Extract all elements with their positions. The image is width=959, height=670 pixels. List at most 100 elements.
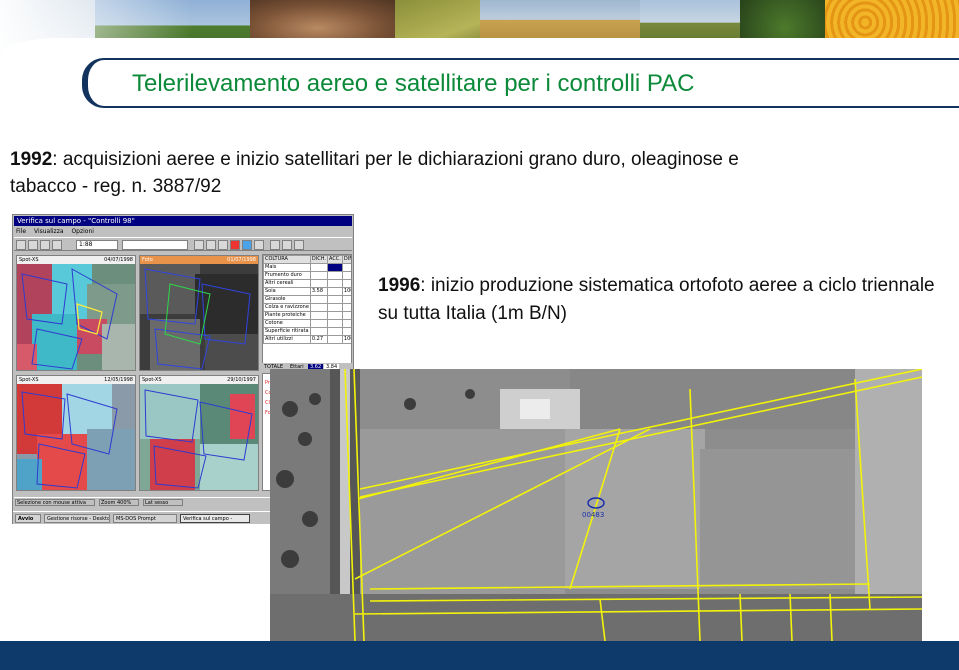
cell: Frumento duro bbox=[263, 271, 311, 280]
table-row[interactable]: Piante proteiche bbox=[263, 311, 351, 320]
cell: Altri cereali bbox=[263, 279, 311, 288]
pane-1-date: 04/07/1998 bbox=[104, 257, 133, 263]
cell bbox=[341, 311, 351, 320]
pane-2-date: 01/07/1998 bbox=[227, 257, 256, 263]
slide-title: Telerilevamento aereo e satellitare per … bbox=[132, 70, 695, 97]
task-verifica[interactable]: Verifica sul campo - bbox=[180, 514, 250, 523]
status-extra: Lat sesso bbox=[143, 499, 183, 506]
table-row[interactable]: Superficie ritirata bbox=[263, 327, 351, 336]
menu-opzioni[interactable]: Opzioni bbox=[71, 228, 94, 235]
menu-file[interactable]: File bbox=[16, 228, 26, 235]
cell bbox=[341, 327, 351, 336]
print-icon[interactable] bbox=[270, 240, 280, 250]
cell: 100 bbox=[341, 335, 351, 344]
cell bbox=[326, 271, 343, 280]
layer-icon[interactable] bbox=[242, 240, 252, 250]
cell bbox=[326, 335, 343, 344]
cell bbox=[326, 311, 343, 320]
cell bbox=[341, 263, 351, 272]
cell bbox=[326, 287, 343, 296]
zoom-combo[interactable]: 1:88 bbox=[76, 240, 118, 250]
task-explorer[interactable]: Gestione risorse - Desktop bbox=[44, 514, 110, 523]
cell: 0.27 bbox=[309, 335, 328, 344]
cell: 3.58 bbox=[309, 287, 328, 296]
pane-2-image bbox=[140, 264, 258, 370]
table-tool-icon[interactable] bbox=[52, 240, 62, 250]
pane-1-image bbox=[17, 264, 135, 370]
orthophoto-image: 00483 bbox=[270, 369, 922, 641]
cell bbox=[341, 271, 351, 280]
table-row[interactable]: Mais bbox=[263, 263, 351, 272]
header-photo-banner bbox=[0, 0, 959, 56]
cell: Soia bbox=[263, 287, 311, 296]
paragraph-1992: 1992: acquisizioni aeree e inizio satell… bbox=[10, 146, 800, 200]
pointer-tool-icon[interactable] bbox=[16, 240, 26, 250]
task-msdos[interactable]: MS-DOS Prompt bbox=[113, 514, 177, 523]
pane-2-label: Foto bbox=[142, 257, 153, 263]
satellite-pane-4[interactable]: Spot-XS 29/10/1997 bbox=[139, 375, 259, 491]
table-row[interactable]: Altri utilizzi0.27 100 bbox=[263, 335, 351, 344]
crop-table: COLTURA DICH. ACC. DIFF. Mais Frumento d… bbox=[262, 254, 352, 372]
cell: Mais bbox=[263, 263, 311, 272]
cell bbox=[309, 263, 328, 272]
status-zoom: Zoom 400% bbox=[99, 499, 139, 506]
table-row[interactable]: Altri cereali bbox=[263, 279, 351, 288]
satellite-pane-3[interactable]: Spot-XS 12/05/1998 bbox=[16, 375, 136, 491]
app-menubar: File Visualizza Opzioni bbox=[14, 227, 352, 236]
orthophoto-svg: 00483 bbox=[270, 369, 922, 641]
zoom-out-icon[interactable] bbox=[206, 240, 216, 250]
table-row[interactable]: Girasole bbox=[263, 295, 351, 304]
table-row[interactable]: Colza e ravizzone bbox=[263, 303, 351, 312]
tools-icon[interactable] bbox=[218, 240, 228, 250]
status-selection: Selezione con mouse attiva bbox=[15, 499, 95, 506]
table-row[interactable]: Cotone bbox=[263, 319, 351, 328]
cell bbox=[326, 319, 343, 328]
table-row[interactable]: Soia3.58 100 bbox=[263, 287, 351, 296]
help-icon[interactable] bbox=[294, 240, 304, 250]
paragraph-1996: 1996: inizio produzione sistematica orto… bbox=[378, 272, 948, 328]
cell bbox=[326, 263, 343, 272]
zoom-in-icon[interactable] bbox=[194, 240, 204, 250]
col-coltura: COLTURA bbox=[263, 255, 311, 264]
cell bbox=[326, 295, 343, 304]
cell bbox=[341, 319, 351, 328]
app-titlebar: Verifica sul campo - "Controlli 98" bbox=[14, 216, 352, 226]
cell: Cotone bbox=[263, 319, 311, 328]
cell bbox=[341, 303, 351, 312]
pane-3-date: 12/05/1998 bbox=[104, 377, 133, 383]
info-icon[interactable] bbox=[282, 240, 292, 250]
cell bbox=[326, 327, 343, 336]
aerial-photo-pane[interactable]: Foto 01/07/1998 bbox=[139, 255, 259, 371]
cell bbox=[309, 311, 328, 320]
cell: Girasole bbox=[263, 295, 311, 304]
pane-3-image bbox=[17, 384, 135, 490]
pane-4-date: 29/10/1997 bbox=[227, 377, 256, 383]
paragraph-1992-text: : acquisizioni aeree e inizio satellitar… bbox=[10, 149, 739, 197]
cell bbox=[309, 303, 328, 312]
layer-combo[interactable] bbox=[122, 240, 188, 250]
cell: Colza e ravizzone bbox=[263, 303, 311, 312]
cell bbox=[309, 295, 328, 304]
cell bbox=[309, 271, 328, 280]
hand-tool-icon[interactable] bbox=[28, 240, 38, 250]
stop-icon[interactable] bbox=[230, 240, 240, 250]
select-tool-icon[interactable] bbox=[40, 240, 50, 250]
col-diff: DIFF. bbox=[341, 255, 351, 264]
year-1996: 1996 bbox=[378, 275, 421, 296]
cell: Superficie ritirata bbox=[263, 327, 311, 336]
parcel-label: 00483 bbox=[582, 511, 604, 519]
paragraph-1996-text: : inizio produzione sistematica ortofoto… bbox=[378, 275, 935, 324]
satellite-pane-1[interactable]: Spot-XS 04/07/1998 bbox=[16, 255, 136, 371]
cell bbox=[326, 279, 343, 288]
cell bbox=[309, 327, 328, 336]
pane-4-image bbox=[140, 384, 258, 490]
pane-3-label: Spot-XS bbox=[19, 377, 39, 383]
year-1992: 1992 bbox=[10, 149, 53, 170]
pane-4-label: Spot-XS bbox=[142, 377, 162, 383]
start-button[interactable]: Avvio bbox=[15, 514, 41, 523]
table-row[interactable]: Frumento duro bbox=[263, 271, 351, 280]
menu-visualizza[interactable]: Visualizza bbox=[34, 228, 64, 235]
grid-icon[interactable] bbox=[254, 240, 264, 250]
cell bbox=[326, 303, 343, 312]
footer-bar bbox=[0, 641, 959, 670]
